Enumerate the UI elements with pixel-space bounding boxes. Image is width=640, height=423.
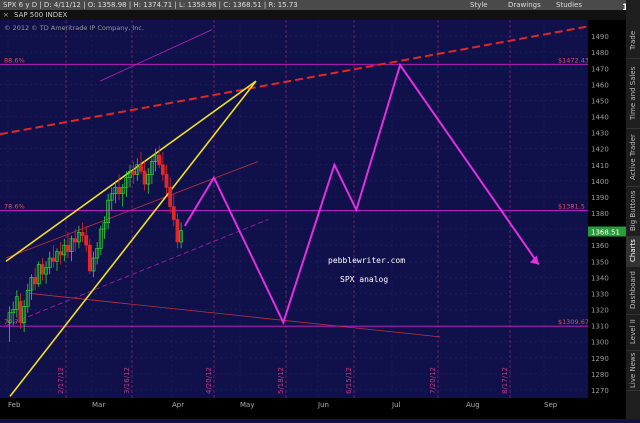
drawings-button[interactable]: Drawings — [508, 0, 541, 10]
upper-channel-line — [99, 29, 213, 82]
candle-body — [142, 170, 147, 185]
side-tab-strip: Trade Time and Sales Active Trader Big Butt… — [626, 0, 640, 419]
candle-body — [175, 219, 180, 243]
fib-price-label: $1381.5 — [558, 203, 585, 211]
date-marker-label: 2/17/12 — [57, 367, 65, 394]
candle-body — [160, 164, 165, 175]
candle-body — [73, 238, 78, 243]
price-tick-label: 1410 — [591, 162, 609, 170]
studies-button[interactable]: Studies — [556, 0, 582, 10]
tab-big-buttons[interactable]: Big Buttons — [626, 186, 640, 237]
style-button[interactable]: Style — [470, 0, 488, 10]
price-tick-label: 1330 — [591, 290, 609, 298]
candle-body — [40, 264, 45, 275]
candle-body — [87, 244, 92, 272]
support-line — [29, 293, 441, 338]
month-label: May — [240, 401, 254, 409]
candle-body — [139, 164, 143, 172]
price-tick-label: 1450 — [591, 97, 609, 105]
candle-body — [131, 170, 136, 175]
date-marker-label: 7/20/12 — [429, 367, 437, 394]
candle-body — [80, 231, 85, 236]
price-tick-label: 1430 — [591, 130, 609, 138]
tab-trade[interactable]: Trade — [626, 22, 640, 59]
candle-body — [33, 277, 37, 285]
wedge-lower-line — [9, 80, 257, 397]
month-label: Jun — [317, 401, 329, 409]
chart-title-bar: × SAP 500 INDEX — [0, 10, 640, 20]
price-tick-label: 1440 — [591, 114, 609, 122]
close-icon[interactable]: × — [3, 10, 9, 20]
price-tick-label: 1320 — [591, 307, 609, 315]
price-tick-label: 1400 — [591, 178, 609, 186]
chart-canvas[interactable]: 2/17/12 3/16/12 4/20/12 5/18/12 6/15/12 7/20/… — [0, 20, 588, 398]
candle-body — [164, 174, 169, 188]
price-axis[interactable]: 1270 1280 1290 1300 1310 1320 1330 1340 1350 1360… — [588, 20, 626, 398]
time-axis-canvas: Feb Mar Apr May Jun Jul Aug Sep — [8, 401, 558, 409]
price-tick-label: 1300 — [591, 339, 609, 347]
candle-body — [117, 186, 121, 195]
date-marker-label: 8/17/12 — [501, 367, 509, 394]
quote-readout: SPX 6 y D | D: 4/11/12 | O: 1358.98 | H:… — [3, 1, 298, 9]
date-marker-label: 4/20/12 — [205, 367, 213, 394]
tab-level-ii[interactable]: Level II — [626, 314, 640, 351]
month-label: Mar — [92, 401, 105, 409]
candle-body — [157, 154, 162, 166]
candle-body — [58, 251, 63, 256]
price-tick-label: 1390 — [591, 194, 609, 202]
fib-price-label: $1472.43 — [558, 56, 588, 64]
watermark-site: pebblewriter.com — [328, 256, 405, 265]
price-tick-label: 1490 — [591, 33, 609, 41]
candle-body — [18, 301, 23, 323]
fib-price-label: $1309.67 — [558, 318, 588, 326]
copyright-text: © 2012 © TD Ameritrade IP Company, Inc. — [4, 24, 144, 32]
tab-live-news[interactable]: Live News — [626, 350, 640, 391]
price-tick-label: 1270 — [591, 387, 609, 395]
price-tick-label: 1310 — [591, 323, 609, 331]
candle-body — [168, 186, 173, 207]
last-price-tag: 1368.51 — [591, 229, 620, 237]
date-marker-label: 3/16/12 — [123, 367, 131, 394]
price-axis-canvas: 1270 1280 1290 1300 1310 1320 1330 1340 1350 1360… — [588, 33, 626, 395]
price-tick-label: 1460 — [591, 81, 609, 89]
price-tick-label: 1360 — [591, 242, 609, 250]
price-tick-label: 1420 — [591, 146, 609, 154]
watermark-caption: SPX analog — [340, 275, 388, 284]
price-tick-label: 1350 — [591, 258, 609, 266]
price-tick-label: 1380 — [591, 210, 609, 218]
price-tick-label: 1480 — [591, 49, 609, 57]
candle-body — [171, 206, 176, 220]
date-marker-label: 6/15/12 — [345, 367, 353, 394]
fib-percent-label: 88.6% — [4, 56, 25, 64]
tab-dashboard[interactable]: Dashboard — [626, 266, 640, 315]
month-label: Feb — [8, 401, 21, 409]
major-trend-line-dashed — [0, 25, 588, 136]
candle-body — [84, 235, 89, 246]
date-marker-label: 5/18/12 — [277, 367, 285, 394]
candle-body — [51, 257, 56, 262]
price-chart[interactable]: 2/17/12 3/16/12 4/20/12 5/18/12 6/15/12 7/20/… — [0, 20, 588, 398]
month-label: Aug — [466, 401, 480, 409]
tab-time-and-sales[interactable]: Time and Sales — [626, 58, 640, 129]
month-label: Jul — [391, 401, 401, 409]
fib-percent-label: 78.6% — [4, 203, 25, 211]
price-tick-label: 1290 — [591, 355, 609, 363]
quote-bar: SPX 6 y D | D: 4/11/12 | O: 1358.98 | H:… — [0, 0, 640, 10]
price-tick-label: 1470 — [591, 65, 609, 73]
time-axis[interactable]: Feb Mar Apr May Jun Jul Aug Sep — [0, 398, 626, 419]
price-tick-label: 1340 — [591, 274, 609, 282]
chart-title: SAP 500 INDEX — [14, 11, 68, 19]
month-label: Sep — [544, 401, 558, 409]
price-tick-label: 1280 — [591, 371, 609, 379]
month-label: Apr — [172, 401, 184, 409]
tab-active-trader[interactable]: Active Trader — [626, 128, 640, 187]
tab-charts[interactable]: Charts — [626, 236, 640, 267]
candle-body — [66, 244, 70, 252]
